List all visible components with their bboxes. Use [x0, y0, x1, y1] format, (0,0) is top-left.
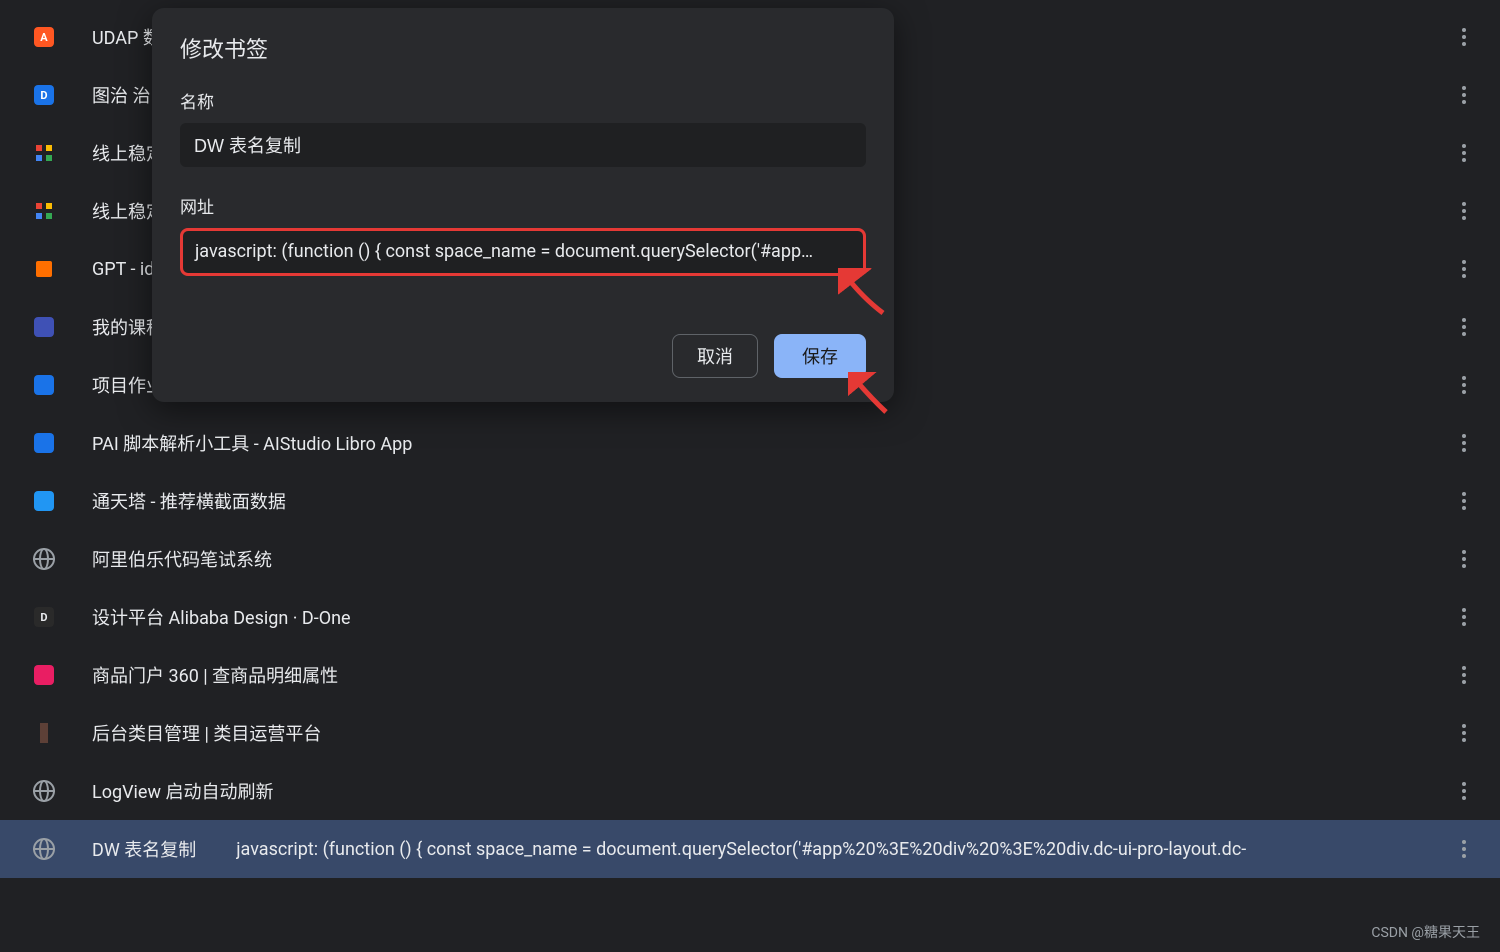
bookmark-title: 项目作业	[92, 372, 164, 398]
bookmark-favicon	[30, 371, 58, 399]
bookmark-title: PAI 脚本解析小工具 - AIStudio Libro App	[92, 430, 412, 456]
bookmark-item[interactable]: 我的课程	[0, 298, 1500, 356]
bookmark-favicon	[30, 661, 58, 689]
bookmark-favicon	[30, 777, 58, 805]
bookmark-item[interactable]: 商品门户 360 | 查商品明细属性	[0, 646, 1500, 704]
bookmark-favicon	[30, 487, 58, 515]
bookmark-item[interactable]: GPT - id	[0, 240, 1500, 298]
bookmark-item[interactable]: 线上稳定	[0, 182, 1500, 240]
more-options-icon[interactable]	[1448, 659, 1480, 691]
bookmark-title: 设计平台 Alibaba Design · D-One	[92, 604, 351, 630]
more-options-icon[interactable]	[1448, 311, 1480, 343]
bookmark-favicon	[30, 719, 58, 747]
bookmark-favicon: D	[30, 81, 58, 109]
bookmark-title: 后台类目管理 | 类目运营平台	[92, 720, 321, 746]
bookmark-title: 阿里伯乐代码笔试系统	[92, 546, 272, 572]
more-options-icon[interactable]	[1448, 195, 1480, 227]
more-options-icon[interactable]	[1448, 369, 1480, 401]
bookmark-favicon: A	[30, 23, 58, 51]
bookmark-item[interactable]: D 设计平台 Alibaba Design · D-One	[0, 588, 1500, 646]
more-options-icon[interactable]	[1448, 427, 1480, 459]
watermark: CSDN @糖果天王	[1371, 922, 1480, 942]
bookmark-item[interactable]: D 图治 治	[0, 66, 1500, 124]
bookmark-item[interactable]: 线上稳定	[0, 124, 1500, 182]
more-options-icon[interactable]	[1448, 543, 1480, 575]
more-options-icon[interactable]	[1448, 137, 1480, 169]
bookmark-favicon: D	[30, 603, 58, 631]
more-options-icon[interactable]	[1448, 775, 1480, 807]
bookmark-item[interactable]: 阿里伯乐代码笔试系统	[0, 530, 1500, 588]
bookmark-item[interactable]: PAI 脚本解析小工具 - AIStudio Libro App	[0, 414, 1500, 472]
more-options-icon[interactable]	[1448, 485, 1480, 517]
bookmark-item[interactable]: DW 表名复制 javascript: (function () { const …	[0, 820, 1500, 878]
bookmark-item[interactable]: 项目作业	[0, 356, 1500, 414]
bookmark-favicon	[30, 429, 58, 457]
bookmark-title: 图治 治	[92, 82, 150, 108]
bookmark-favicon	[30, 255, 58, 283]
more-options-icon[interactable]	[1448, 601, 1480, 633]
more-options-icon[interactable]	[1448, 253, 1480, 285]
bookmark-title: GPT - id	[92, 259, 154, 280]
bookmark-title: 通天塔 - 推荐横截面数据	[92, 488, 286, 514]
bookmark-favicon	[30, 139, 58, 167]
bookmark-title: UDAP 数	[92, 24, 161, 50]
bookmark-list: AUDAP 数D图治 治线上稳定线上稳定GPT - id我的课程项目作业PAI …	[0, 0, 1500, 878]
bookmark-title: DW 表名复制	[92, 836, 196, 862]
bookmark-item[interactable]: 通天塔 - 推荐横截面数据	[0, 472, 1500, 530]
bookmark-favicon	[30, 313, 58, 341]
bookmark-url: javascript: (function () { const space_n…	[236, 839, 1448, 860]
bookmark-favicon	[30, 545, 58, 573]
bookmark-item[interactable]: LogView 启动自动刷新	[0, 762, 1500, 820]
more-options-icon[interactable]	[1448, 21, 1480, 53]
more-options-icon[interactable]	[1448, 833, 1480, 865]
bookmark-title: 商品门户 360 | 查商品明细属性	[92, 662, 338, 688]
bookmark-favicon	[30, 197, 58, 225]
bookmark-item[interactable]: 后台类目管理 | 类目运营平台	[0, 704, 1500, 762]
more-options-icon[interactable]	[1448, 79, 1480, 111]
bookmark-title: LogView 启动自动刷新	[92, 778, 273, 804]
bookmark-title: 线上稳定	[92, 198, 164, 224]
bookmark-title: 线上稳定	[92, 140, 164, 166]
bookmark-favicon	[30, 835, 58, 863]
bookmark-item[interactable]: A UDAP 数	[0, 8, 1500, 66]
bookmark-title: 我的课程	[92, 314, 164, 340]
more-options-icon[interactable]	[1448, 717, 1480, 749]
